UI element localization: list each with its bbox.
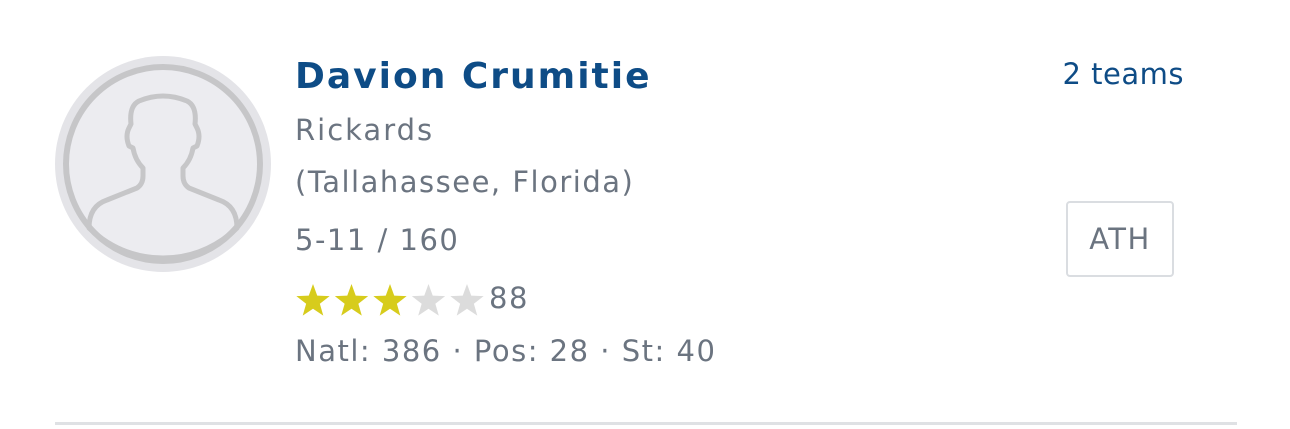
divider (55, 422, 1237, 425)
player-name-link[interactable]: Davion Crumitie (295, 56, 652, 97)
position-badge: ATH (1066, 201, 1174, 277)
star-empty-icon (411, 284, 446, 316)
star-filled-icon (334, 284, 369, 316)
star-empty-icon (450, 284, 484, 316)
school-name: Rickards (295, 113, 435, 147)
rating-value: 88 (489, 281, 529, 315)
rankings: Natl: 386 · Pos: 28 · St: 40 (295, 334, 717, 368)
teams-link[interactable]: 2 teams (1062, 57, 1184, 91)
avatar-placeholder-icon (55, 56, 271, 272)
school-location: (Tallahassee, Florida) (295, 165, 635, 199)
height-weight: 5-11 / 160 (295, 223, 460, 257)
star-filled-icon (373, 284, 407, 316)
star-filled-icon (296, 284, 330, 316)
player-card: Davion Crumitie Rickards (Tallahassee, F… (0, 0, 1290, 429)
star-rating (296, 284, 484, 316)
